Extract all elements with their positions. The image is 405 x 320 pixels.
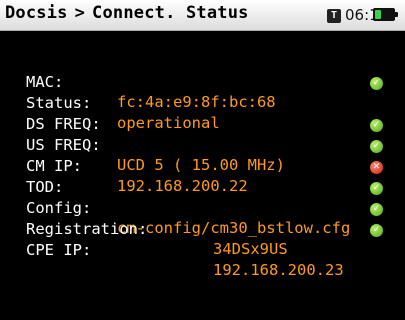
config-check-icon: ✓ xyxy=(370,182,383,195)
registration-check-icon: ✓ xyxy=(370,203,383,216)
system-indicator-icon: T xyxy=(327,9,341,23)
cm-ip-check-icon: ✓ xyxy=(370,140,383,153)
breadcrumb: Docsis > Connect. Status xyxy=(5,3,249,23)
title-bar: Docsis > Connect. Status T 06:18 xyxy=(0,0,405,31)
status-check-icon: ✓ xyxy=(370,77,383,90)
cpe-ip-check-icon: ✓ xyxy=(370,224,383,237)
tod-error-icon: ✕ xyxy=(370,161,383,174)
us-freq-row: US FREQ: UCD 5 ( 15.00 MHz) ✓ xyxy=(0,115,405,174)
battery-level xyxy=(375,10,381,19)
battery-tip xyxy=(395,12,398,17)
us-freq-check-icon: ✓ xyxy=(370,119,383,132)
cpe-ip-value: 192.168.200.23 xyxy=(213,261,344,279)
status-row: Status: operational ✓ xyxy=(0,73,405,132)
config-row: Config: cm-config/cm30_bstlow.cfg ✓ xyxy=(0,178,405,237)
mac-row: MAC: fc:4a:e9:8f:bc:68 xyxy=(0,52,405,111)
cpe-ip-row: CPE IP: 192.168.200.23 ✓ xyxy=(0,220,405,279)
breadcrumb-section[interactable]: Docsis xyxy=(5,3,68,23)
page-title: Connect. Status xyxy=(92,3,249,23)
registration-value: 34DSx9US xyxy=(213,240,288,258)
connect-status-screen: Docsis > Connect. Status T 06:18 MAC: fc:4… xyxy=(0,0,405,279)
cm-ip-row: CM IP: 192.168.200.22 ✓ xyxy=(0,136,405,195)
breadcrumb-separator: > xyxy=(74,3,86,23)
cpe-ip-label: CPE IP: xyxy=(26,241,92,259)
registration-row: Registration: 34DSx9US ✓ xyxy=(0,199,405,258)
ds-freq-row: DS FREQ: xyxy=(0,94,405,133)
tod-row: TOD: ✕ xyxy=(0,157,405,196)
battery-icon xyxy=(373,8,398,21)
